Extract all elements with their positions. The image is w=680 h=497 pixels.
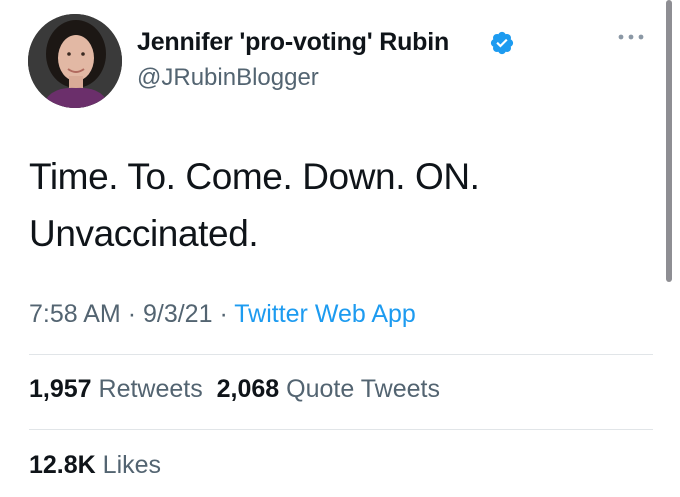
quote-tweets-link[interactable]: 2,068 Quote Tweets (217, 375, 440, 403)
author-name[interactable]: Jennifer 'pro-voting' Rubin (137, 28, 449, 57)
likes-label: Likes (102, 451, 162, 479)
tweet-date[interactable]: 9/3/21 (143, 300, 213, 328)
tweet: Jennifer 'pro-voting' Rubin @JRubinBlogg… (0, 0, 680, 497)
divider (29, 429, 653, 430)
likes-stats: 12.8K Likes (29, 451, 161, 480)
retweets-count: 1,957 (29, 375, 92, 403)
avatar[interactable] (28, 14, 122, 108)
meta-separator: · (219, 300, 228, 328)
quote-tweets-label: Quote Tweets (286, 375, 440, 403)
author-handle[interactable]: @JRubinBlogger (137, 64, 319, 92)
tweet-time[interactable]: 7:58 AM (29, 300, 121, 328)
likes-count: 12.8K (29, 451, 96, 479)
retweets-label: Retweets (98, 375, 203, 403)
tweet-meta: 7:58 AM · 9/3/21 · Twitter Web App (29, 300, 416, 329)
verified-badge-icon (490, 31, 514, 55)
retweets-link[interactable]: 1,957 Retweets (29, 375, 203, 403)
avatar-photo (28, 14, 122, 108)
scrollbar[interactable] (666, 0, 672, 282)
tweet-source-link[interactable]: Twitter Web App (234, 300, 416, 328)
divider (29, 354, 653, 355)
meta-separator: · (127, 300, 137, 328)
likes-link[interactable]: 12.8K Likes (29, 451, 161, 479)
engagement-stats: 1,957 Retweets 2,068 Quote Tweets (29, 375, 440, 404)
quote-tweets-count: 2,068 (216, 375, 280, 403)
more-options-icon[interactable] (616, 30, 646, 44)
tweet-text: Time. To. Come. Down. ON. Unvaccinated. (29, 156, 480, 254)
